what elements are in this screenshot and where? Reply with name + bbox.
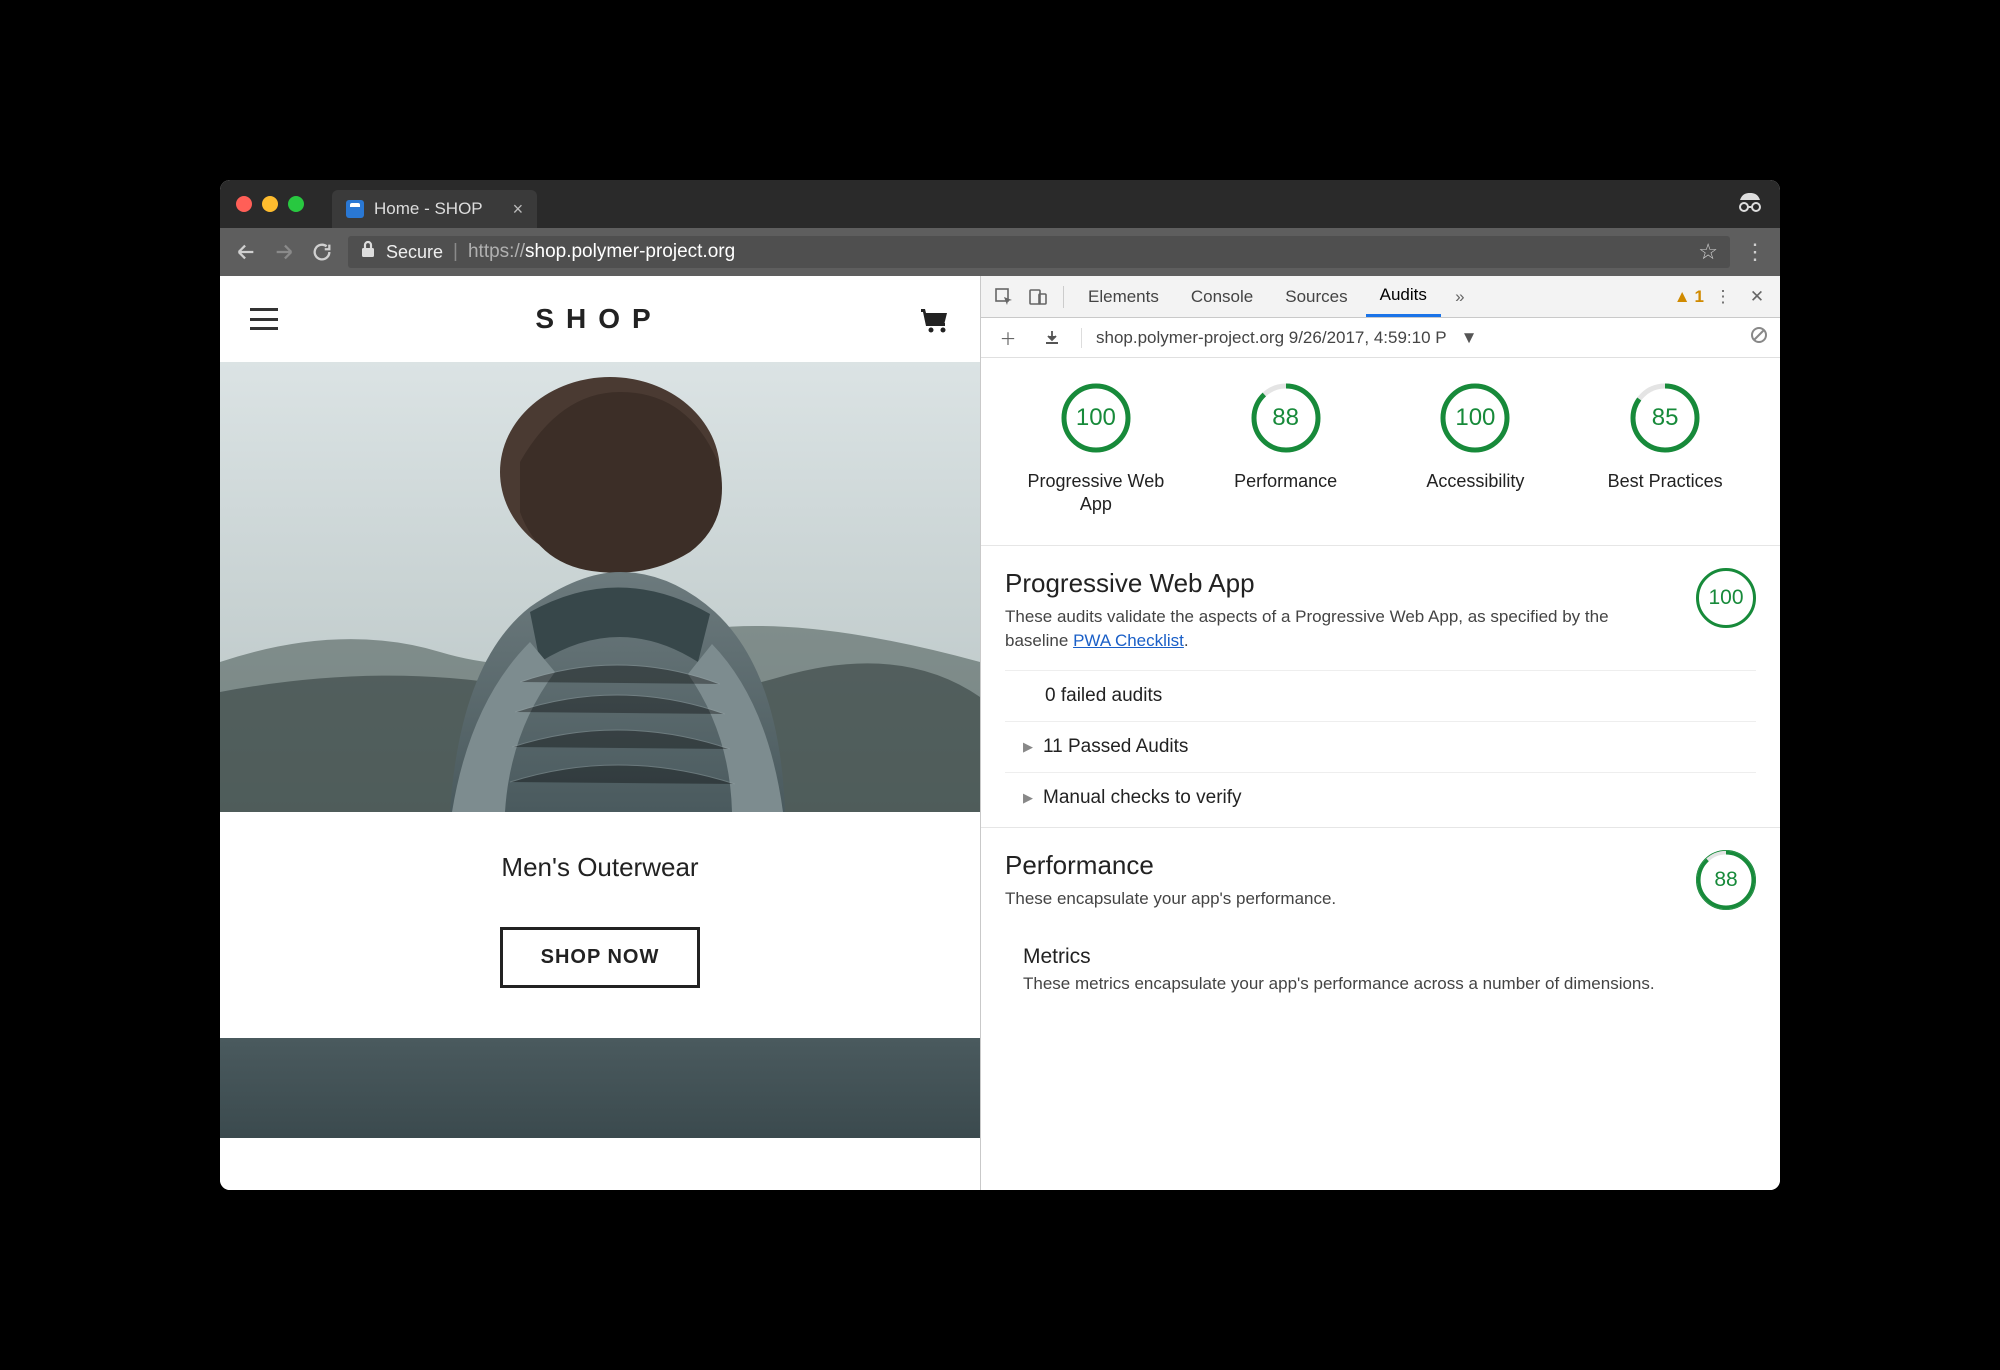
browser-menu-icon[interactable]: ⋮ [1744,239,1766,265]
devtools-panel: Elements Console Sources Audits » ▲ 1 ⋮ … [980,276,1780,1190]
gauge-best-practices[interactable]: 85 Best Practices [1585,382,1745,517]
tab-console[interactable]: Console [1177,276,1267,317]
tab-audits[interactable]: Audits [1366,276,1441,317]
fullscreen-window-button[interactable] [288,196,304,212]
pwa-description: These audits validate the aspects of a P… [1005,605,1676,653]
hamburger-icon[interactable] [250,308,278,330]
download-icon[interactable] [1037,330,1067,346]
performance-score-ring: 88 [1696,850,1756,910]
minimize-window-button[interactable] [262,196,278,212]
hero-image [220,362,980,812]
warning-badge[interactable]: ▲ 1 [1674,287,1704,307]
cart-icon[interactable] [920,305,950,333]
gauge-progressive-web-app[interactable]: 100 Progressive Web App [1016,382,1176,517]
inspect-icon[interactable] [989,287,1019,307]
traffic-lights [236,196,304,212]
favicon-icon [346,200,364,218]
shop-logo: SHOP [535,303,662,335]
devtools-tabs: Elements Console Sources Audits » ▲ 1 ⋮ … [981,276,1780,318]
audits-body: 100 Progressive Web App 88 Performance 1… [981,358,1780,1190]
lock-icon [360,240,376,264]
tab-elements[interactable]: Elements [1074,276,1173,317]
metrics-subsection: Metrics These metrics encapsulate your a… [1005,929,1756,1002]
content-area: SHOP [220,276,1780,1190]
titlebar: Home - SHOP × [220,180,1780,228]
urlbar: Secure | https://shop.polymer-project.or… [220,228,1780,276]
address-bar[interactable]: Secure | https://shop.polymer-project.or… [348,236,1730,268]
more-tabs-icon[interactable]: » [1445,287,1475,307]
tab-sources[interactable]: Sources [1271,276,1361,317]
secure-label: Secure [386,242,443,263]
failed-audits-row[interactable]: 0 failed audits [1005,670,1756,721]
secondary-hero [220,1038,980,1138]
forward-icon [272,240,296,264]
expand-icon: ▶ [1023,790,1033,806]
metrics-title: Metrics [1023,945,1756,969]
tab-title: Home - SHOP [374,199,483,219]
url-text: https://shop.polymer-project.org [468,241,735,263]
pwa-score-ring: 100 [1696,568,1756,628]
category-section: Men's Outerwear SHOP NOW [220,812,980,1038]
pwa-category: Progressive Web App These audits validat… [981,546,1780,829]
pwa-checklist-link[interactable]: PWA Checklist [1073,631,1184,650]
new-audit-icon[interactable]: ＋ [993,325,1023,350]
browser-tab[interactable]: Home - SHOP × [332,190,537,228]
pwa-title: Progressive Web App [1005,568,1676,599]
expand-icon: ▶ [1023,739,1033,755]
performance-category: Performance These encapsulate your app's… [981,828,1780,1002]
devtools-menu-icon[interactable]: ⋮ [1708,287,1738,307]
manual-checks-row[interactable]: ▶Manual checks to verify [1005,772,1756,823]
back-icon[interactable] [234,240,258,264]
device-toggle-icon[interactable] [1023,287,1053,307]
reload-icon[interactable] [310,240,334,264]
close-window-button[interactable] [236,196,252,212]
bookmark-icon[interactable]: ☆ [1698,239,1718,265]
close-tab-icon[interactable]: × [513,199,524,220]
gauge-accessibility[interactable]: 100 Accessibility [1395,382,1555,517]
passed-audits-row[interactable]: ▶11 Passed Audits [1005,721,1756,772]
category-title: Men's Outerwear [220,852,980,883]
devtools-close-icon[interactable]: ✕ [1742,287,1772,307]
metrics-description: These metrics encapsulate your app's per… [1023,973,1756,996]
clear-icon[interactable] [1750,326,1768,349]
browser-window: Home - SHOP × Secure | https://shop.poly… [220,180,1780,1190]
audit-run-label[interactable]: shop.polymer-project.org 9/26/2017, 4:59… [1096,328,1447,348]
performance-description: These encapsulate your app's performance… [1005,887,1676,911]
page-header: SHOP [220,276,980,362]
rendered-page: SHOP [220,276,980,1190]
gauge-performance[interactable]: 88 Performance [1206,382,1366,517]
score-gauges: 100 Progressive Web App 88 Performance 1… [981,382,1780,546]
shop-now-button[interactable]: SHOP NOW [500,927,701,988]
performance-title: Performance [1005,850,1676,881]
incognito-icon [1736,191,1764,218]
dropdown-icon[interactable]: ▼ [1461,328,1478,348]
audits-toolbar: ＋ shop.polymer-project.org 9/26/2017, 4:… [981,318,1780,358]
